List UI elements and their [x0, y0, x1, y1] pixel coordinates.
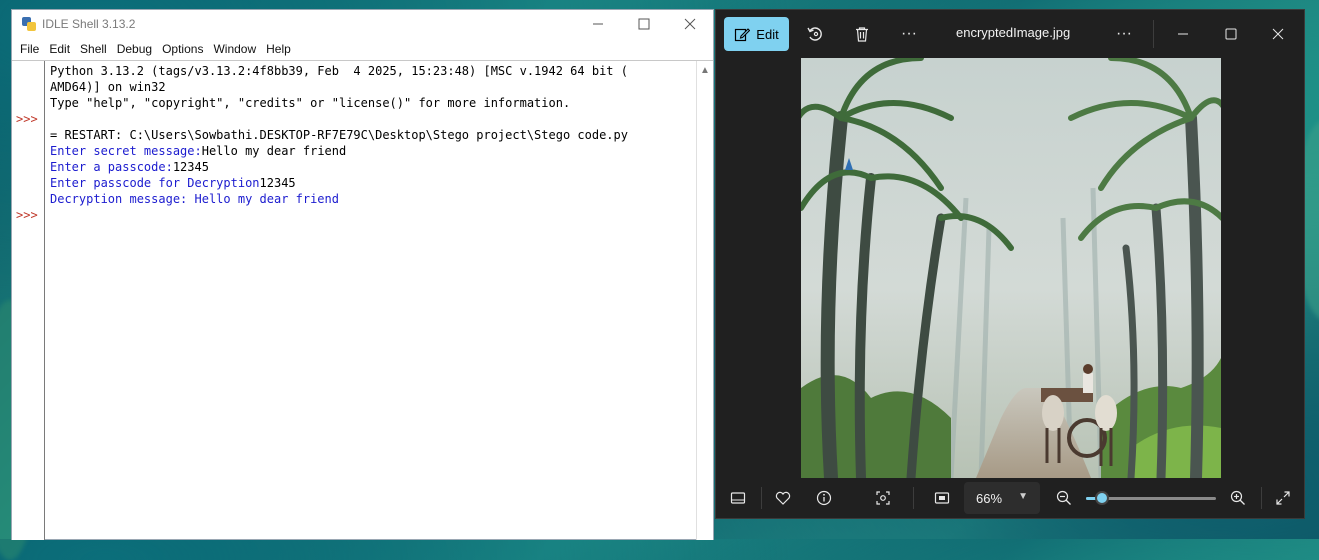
zoom-out-icon — [1056, 490, 1071, 505]
zoom-in-button[interactable] — [1228, 488, 1248, 508]
user-input: Hello my dear friend — [201, 144, 347, 158]
divider — [913, 487, 914, 509]
shell-line: Enter a passcode:12345 — [50, 159, 695, 175]
divider — [1153, 20, 1154, 48]
file-name: encryptedImage.jpg — [956, 25, 1071, 40]
visual-search-button[interactable] — [873, 488, 893, 508]
actual-size-button[interactable] — [932, 488, 952, 508]
scroll-up-icon[interactable]: ▲ — [700, 65, 710, 76]
shell-line: Python 3.13.2 (tags/v3.13.2:4f8bb39, Feb… — [50, 64, 628, 78]
edit-icon — [735, 28, 751, 42]
divider — [1261, 487, 1262, 509]
actual-size-icon — [934, 492, 950, 504]
filmstrip-icon — [730, 492, 746, 504]
menu-shell[interactable]: Shell — [76, 42, 111, 56]
idle-shell-window: IDLE Shell 3.13.2 File Edit Shell Debug … — [12, 10, 713, 540]
photos-close-button[interactable] — [1268, 24, 1288, 44]
info-icon — [816, 490, 832, 506]
shell-line: AMD64)] on win32 — [50, 80, 166, 94]
menu-window[interactable]: Window — [209, 42, 260, 56]
input-prompt: Enter a passcode: — [50, 160, 173, 174]
shell-output[interactable]: Python 3.13.2 (tags/v3.13.2:4f8bb39, Feb… — [50, 63, 695, 207]
prompt-marker: >>> — [16, 112, 38, 126]
more-icon: ··· — [1116, 25, 1132, 42]
maximize-icon — [638, 18, 650, 30]
shell-area[interactable]: >>> >>> Python 3.13.2 (tags/v3.13.2:4f8b… — [12, 60, 713, 540]
filmstrip-button[interactable] — [728, 488, 748, 508]
input-prompt: Enter passcode for Decryption — [50, 176, 260, 190]
prompt-gutter: >>> >>> — [12, 61, 45, 540]
menu-edit[interactable]: Edit — [45, 42, 74, 56]
idle-window-title: IDLE Shell 3.13.2 — [42, 17, 136, 31]
edit-label: Edit — [756, 26, 779, 42]
zoom-slider-thumb[interactable] — [1094, 491, 1109, 505]
shell-line: Decryption message: Hello my dear friend — [50, 192, 339, 206]
rotate-icon — [807, 27, 822, 41]
idle-menubar: File Edit Shell Debug Options Window Hel… — [12, 38, 713, 60]
maximize-icon — [1225, 28, 1237, 40]
favorite-button[interactable] — [773, 488, 793, 508]
zoom-slider[interactable] — [1086, 491, 1216, 505]
fullscreen-button[interactable] — [1273, 488, 1293, 508]
menu-options[interactable]: Options — [158, 42, 207, 56]
displayed-photo — [801, 58, 1221, 478]
menu-file[interactable]: File — [16, 42, 43, 56]
photos-minimize-button[interactable] — [1173, 24, 1193, 44]
minimize-icon — [1178, 33, 1188, 35]
close-icon — [684, 18, 696, 30]
info-button[interactable] — [814, 488, 834, 508]
zoom-out-button[interactable] — [1054, 488, 1074, 508]
shell-line: = RESTART: C:\Users\Sowbathi.DESKTOP-RF7… — [50, 128, 628, 142]
more-options-button[interactable]: ··· — [899, 24, 919, 44]
edit-button[interactable]: Edit — [724, 17, 789, 51]
shell-line: Enter passcode for Decryption12345 — [50, 175, 695, 191]
minimize-button[interactable] — [575, 10, 621, 38]
input-prompt: Enter secret message: — [50, 144, 202, 158]
visual-search-icon — [876, 491, 890, 505]
prompt-marker: >>> — [16, 208, 38, 222]
photos-bottom-bar: 66% ▼ — [716, 478, 1304, 518]
palm-road-image — [801, 58, 1221, 478]
maximize-button[interactable] — [621, 10, 667, 38]
fullscreen-icon — [1276, 491, 1290, 505]
menu-debug[interactable]: Debug — [113, 42, 156, 56]
shell-line: Type "help", "copyright", "credits" or "… — [50, 96, 571, 110]
trash-icon — [856, 27, 868, 42]
close-icon — [1272, 28, 1284, 40]
zoom-level-value: 66% — [976, 490, 1003, 506]
menu-help[interactable]: Help — [262, 42, 295, 56]
rotate-button[interactable] — [805, 24, 825, 44]
see-more-button[interactable]: ··· — [1114, 24, 1134, 44]
shell-line: ​ — [50, 111, 695, 127]
zoom-level-dropdown[interactable]: 66% ▼ — [964, 482, 1040, 514]
user-input: 12345 — [259, 176, 296, 190]
photos-toolbar: Edit ··· encryptedImage.jpg ··· — [716, 10, 1304, 58]
shell-scrollbar[interactable]: ▲ — [696, 61, 713, 540]
python-icon — [22, 17, 36, 31]
photos-window: Edit ··· encryptedImage.jpg ··· 66% ▼ — [716, 10, 1304, 518]
idle-titlebar: IDLE Shell 3.13.2 — [12, 10, 713, 38]
divider — [761, 487, 762, 509]
more-icon: ··· — [901, 25, 917, 42]
user-input: 12345 — [172, 160, 209, 174]
heart-icon — [775, 491, 791, 505]
minimize-icon — [593, 23, 603, 25]
close-button[interactable] — [667, 10, 713, 38]
delete-button[interactable] — [852, 24, 872, 44]
shell-line: Enter secret message:Hello my dear frien… — [50, 143, 695, 159]
chevron-down-icon: ▼ — [1018, 491, 1028, 502]
zoom-in-icon — [1230, 490, 1245, 505]
photos-maximize-button[interactable] — [1221, 24, 1241, 44]
